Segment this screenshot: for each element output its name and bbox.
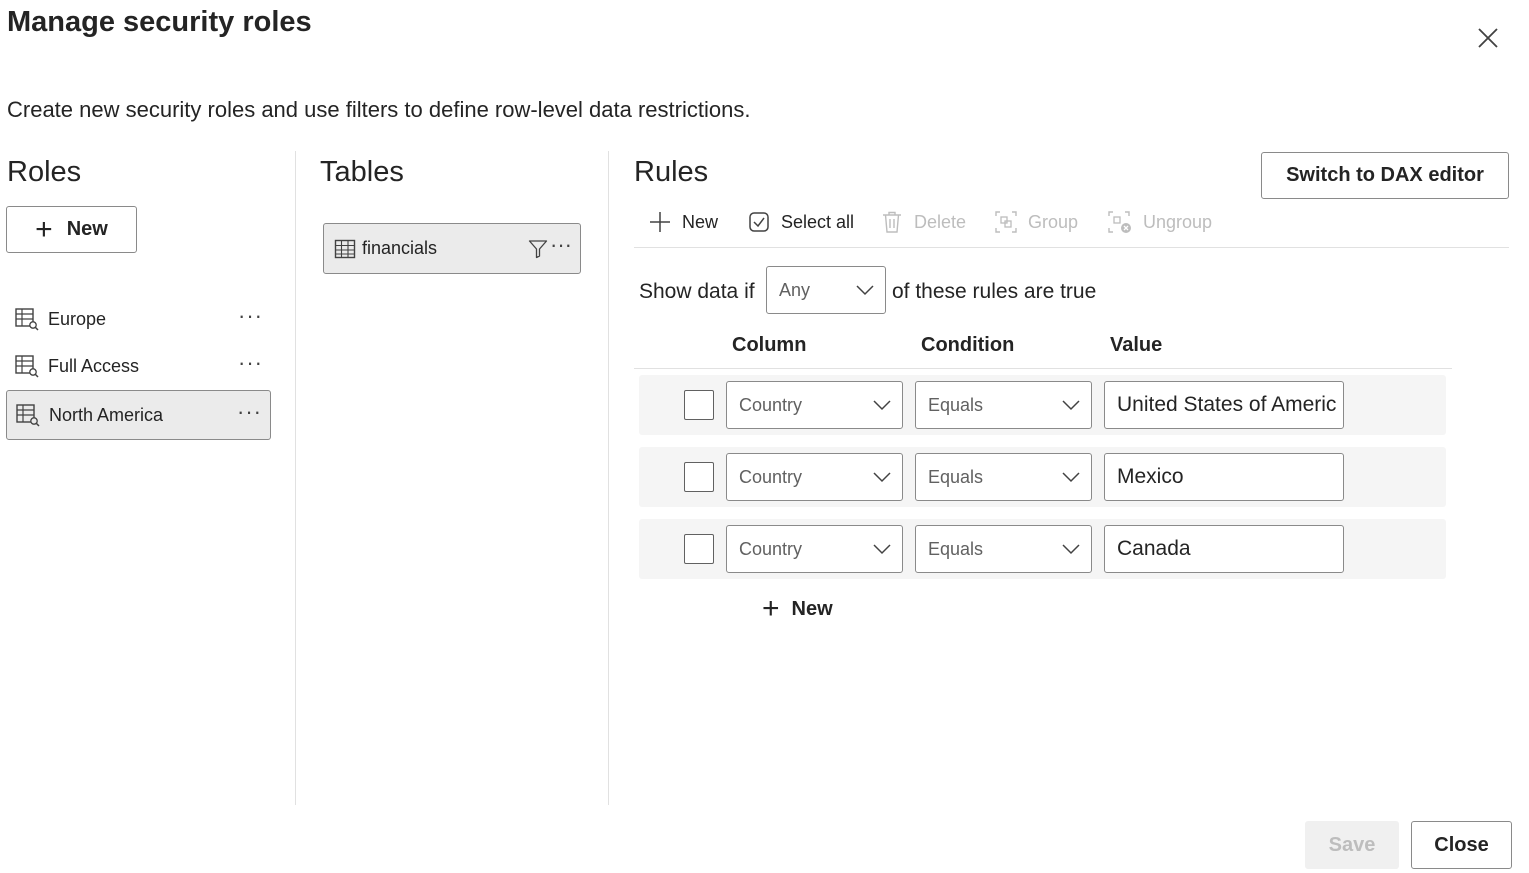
role-table-icon [15, 355, 39, 378]
group-label: Group [1028, 211, 1079, 232]
value-input[interactable]: Mexico [1104, 453, 1344, 501]
dialog-title: Manage security roles [7, 6, 312, 38]
new-role-label: New [66, 218, 108, 240]
group-icon [995, 211, 1017, 233]
condition-dropdown[interactable]: Equals [915, 453, 1092, 501]
plus-icon: + [35, 212, 53, 246]
role-label: North America [49, 404, 164, 425]
toolbar-new-label: New [682, 211, 719, 232]
role-item-north-america[interactable]: North America ··· [6, 390, 271, 440]
rules-heading: Rules [634, 156, 709, 188]
more-options-icon[interactable]: ··· [550, 232, 572, 258]
close-dialog-button[interactable] [1474, 24, 1502, 52]
select-all-label: Select all [781, 211, 855, 232]
column-value: Country [739, 394, 803, 415]
divider [608, 151, 609, 805]
match-mode-value: Any [779, 279, 811, 300]
new-role-button[interactable]: + New [6, 206, 137, 253]
role-item-europe[interactable]: Europe ··· [6, 295, 271, 343]
show-data-suffix: of these rules are true [892, 280, 1097, 303]
role-item-full-access[interactable]: Full Access ··· [6, 342, 271, 390]
rule-checkbox[interactable] [684, 462, 714, 492]
role-label: Europe [48, 308, 107, 329]
roles-heading: Roles [7, 156, 82, 188]
chevron-down-icon [1062, 472, 1080, 483]
plus-icon: + [762, 592, 780, 625]
value-input[interactable]: Canada [1104, 525, 1344, 573]
trash-icon [883, 211, 901, 233]
header-divider [634, 368, 1452, 369]
filter-icon [528, 240, 548, 259]
chevron-down-icon [873, 400, 891, 411]
dialog-description: Create new security roles and use filter… [7, 97, 751, 122]
save-button[interactable]: Save [1305, 821, 1399, 869]
column-header-value: Value [1110, 334, 1163, 356]
column-value: Country [739, 538, 803, 559]
table-icon [334, 239, 356, 258]
switch-to-dax-button[interactable]: Switch to DAX editor [1261, 152, 1509, 199]
condition-value: Equals [928, 466, 984, 487]
save-label: Save [1328, 833, 1376, 856]
value-text: Canada [1117, 537, 1191, 560]
add-rule-button[interactable]: + New [762, 594, 833, 624]
toolbar-new-button[interactable]: New [648, 210, 718, 234]
show-data-prefix: Show data if [639, 280, 755, 303]
role-table-icon [15, 308, 39, 331]
column-header-condition: Condition [921, 334, 1015, 356]
more-options-icon[interactable]: ··· [238, 350, 263, 376]
chevron-down-icon [873, 472, 891, 483]
delete-label: Delete [914, 211, 967, 232]
condition-value: Equals [928, 394, 984, 415]
role-table-icon [16, 404, 40, 427]
chevron-down-icon [873, 544, 891, 555]
condition-dropdown[interactable]: Equals [915, 381, 1092, 429]
group-button[interactable]: Group [994, 210, 1078, 234]
column-value: Country [739, 466, 803, 487]
role-label: Full Access [48, 355, 140, 376]
divider [295, 151, 296, 805]
toolbar-divider [634, 247, 1509, 248]
condition-dropdown[interactable]: Equals [915, 525, 1092, 573]
table-item-financials[interactable]: financials ··· [323, 223, 581, 274]
ungroup-button[interactable]: Ungroup [1107, 210, 1212, 234]
close-icon [1478, 28, 1498, 48]
chevron-down-icon [1062, 400, 1080, 411]
plus-icon [650, 212, 670, 232]
close-button[interactable]: Close [1411, 821, 1512, 869]
add-rule-label: New [791, 597, 833, 620]
tables-heading: Tables [320, 156, 404, 188]
column-header-column: Column [732, 334, 807, 356]
chevron-down-icon [1062, 544, 1080, 555]
match-mode-dropdown[interactable]: Any [766, 266, 886, 314]
close-label: Close [1434, 833, 1489, 856]
chevron-down-icon [856, 285, 874, 296]
condition-value: Equals [928, 538, 984, 559]
value-text: United States of Americ [1117, 393, 1337, 416]
rule-checkbox[interactable] [684, 390, 714, 420]
checkbox-check-icon [749, 212, 769, 232]
select-all-button[interactable]: Select all [747, 210, 854, 234]
value-input[interactable]: United States of Americ [1104, 381, 1344, 429]
ungroup-icon [1108, 211, 1131, 233]
table-label: financials [362, 238, 438, 258]
column-dropdown[interactable]: Country [726, 525, 903, 573]
rule-checkbox[interactable] [684, 534, 714, 564]
delete-button[interactable]: Delete [880, 210, 966, 234]
ungroup-label: Ungroup [1143, 211, 1213, 232]
switch-to-dax-label: Switch to DAX editor [1286, 164, 1484, 186]
column-dropdown[interactable]: Country [726, 453, 903, 501]
more-options-icon[interactable]: ··· [238, 303, 263, 329]
column-dropdown[interactable]: Country [726, 381, 903, 429]
value-text: Mexico [1117, 465, 1184, 488]
more-options-icon[interactable]: ··· [237, 399, 262, 425]
